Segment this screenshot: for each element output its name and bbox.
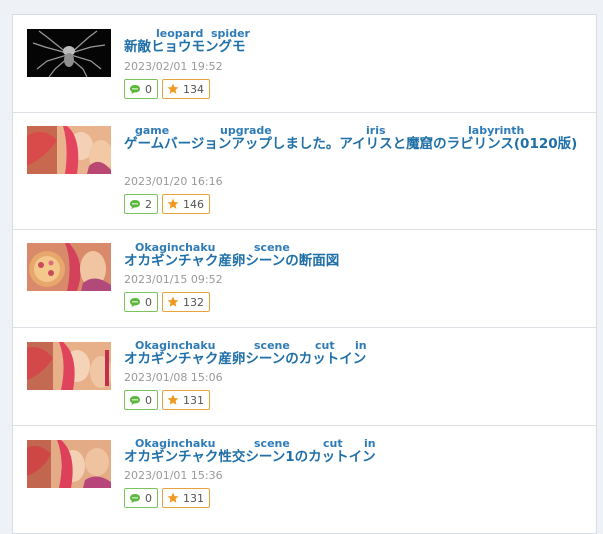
- post-list: leopard spider 新敵ヒョウモングモ 2023/02/01 19:5…: [12, 14, 597, 534]
- star-count-button[interactable]: 131: [162, 488, 210, 508]
- post-date: 2023/01/08 15:06: [124, 371, 223, 384]
- comment-count-button[interactable]: 2: [124, 194, 158, 214]
- post-badges: 0 131: [124, 390, 210, 410]
- star-icon: [167, 492, 179, 504]
- star-icon: [167, 198, 179, 210]
- post-badges: 0 131: [124, 488, 210, 508]
- anime-art-thumbnail: [27, 440, 111, 488]
- list-item: game upgrade iris labyrinth ゲームバージョンアップし…: [13, 113, 596, 230]
- post-date: 2023/01/15 09:52: [124, 273, 223, 286]
- comment-count: 0: [145, 393, 152, 407]
- anime-art-thumbnail: [27, 243, 111, 291]
- post-thumbnail[interactable]: [27, 243, 111, 291]
- post-thumbnail[interactable]: [27, 440, 111, 488]
- star-count-button[interactable]: 134: [162, 79, 210, 99]
- post-title-link[interactable]: オカギンチャク産卵シーンの断面図: [124, 252, 586, 270]
- comment-count-button[interactable]: 0: [124, 390, 158, 410]
- star-count-button[interactable]: 132: [162, 292, 210, 312]
- star-count: 131: [183, 393, 204, 407]
- post-badges: 0 134: [124, 79, 210, 99]
- comment-count: 0: [145, 491, 152, 505]
- post-title-link[interactable]: ゲームバージョンアップしました。アイリスと魔窟のラビリンス(0120版): [124, 135, 586, 153]
- comment-count: 0: [145, 295, 152, 309]
- star-icon: [167, 394, 179, 406]
- comment-count-button[interactable]: 0: [124, 79, 158, 99]
- anime-art-thumbnail: [27, 342, 111, 390]
- post-title-link[interactable]: 新敵ヒョウモングモ: [124, 38, 586, 56]
- comment-count: 0: [145, 82, 152, 96]
- star-count-button[interactable]: 146: [162, 194, 210, 214]
- spider-thumbnail: [27, 29, 111, 77]
- list-item: leopard spider 新敵ヒョウモングモ 2023/02/01 19:5…: [13, 15, 596, 113]
- list-item: Okaginchaku scene cut in オカギンチャク産卵シーンのカッ…: [13, 328, 596, 426]
- star-icon: [167, 83, 179, 95]
- post-date: 2023/01/20 16:16: [124, 175, 223, 188]
- star-count: 134: [183, 82, 204, 96]
- comment-count-button[interactable]: 0: [124, 488, 158, 508]
- speech-bubble-icon: [129, 199, 141, 210]
- post-thumbnail[interactable]: [27, 342, 111, 390]
- post-date: 2023/02/01 19:52: [124, 60, 223, 73]
- post-thumbnail[interactable]: [27, 29, 111, 77]
- comment-count: 2: [145, 197, 152, 211]
- star-count: 131: [183, 491, 204, 505]
- star-count: 132: [183, 295, 204, 309]
- star-icon: [167, 296, 179, 308]
- post-title-link[interactable]: オカギンチャク性交シーン1のカットイン: [124, 448, 586, 466]
- star-count: 146: [183, 197, 204, 211]
- anime-art-thumbnail: [27, 126, 111, 174]
- post-badges: 0 132: [124, 292, 210, 312]
- speech-bubble-icon: [129, 493, 141, 504]
- post-date: 2023/01/01 15:36: [124, 469, 223, 482]
- speech-bubble-icon: [129, 84, 141, 95]
- speech-bubble-icon: [129, 297, 141, 308]
- comment-count-button[interactable]: 0: [124, 292, 158, 312]
- list-item: Okaginchaku scene cut in オカギンチャク性交シーン1のカ…: [13, 426, 596, 524]
- star-count-button[interactable]: 131: [162, 390, 210, 410]
- post-badges: 2 146: [124, 194, 210, 214]
- post-title-link[interactable]: オカギンチャク産卵シーンのカットイン: [124, 350, 586, 368]
- post-thumbnail[interactable]: [27, 126, 111, 174]
- list-item: Okaginchaku scene オカギンチャク産卵シーンの断面図 2023/…: [13, 230, 596, 328]
- speech-bubble-icon: [129, 395, 141, 406]
